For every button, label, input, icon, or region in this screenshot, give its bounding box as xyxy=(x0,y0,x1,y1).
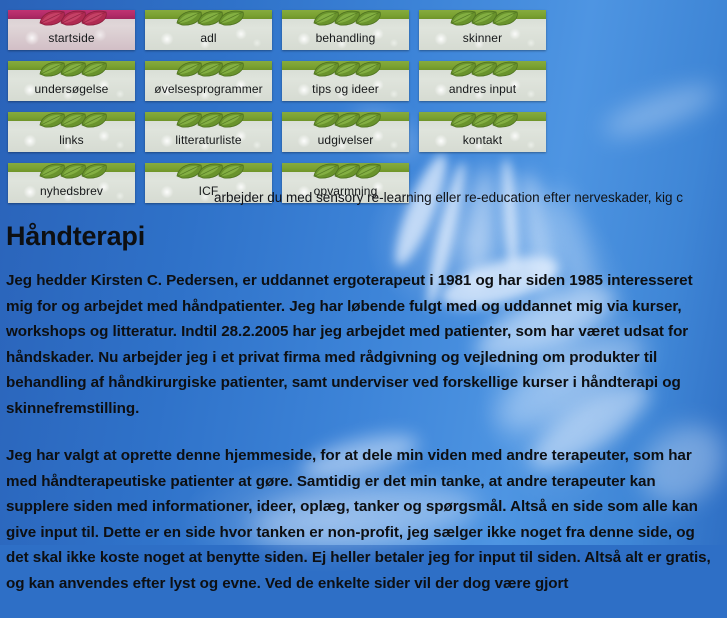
leaf-trio-icon xyxy=(176,10,248,27)
leaf-trio-icon xyxy=(39,10,111,27)
nav-button-label: behandling xyxy=(315,31,376,45)
nav-button-label: links xyxy=(59,133,84,147)
marquee-text: arbejder du med sensory re-learning elle… xyxy=(214,190,683,205)
nav-button-label: adl xyxy=(200,31,217,45)
leaf-trio-icon xyxy=(313,163,381,179)
leaf-trio-icon xyxy=(313,61,381,77)
body-paragraphs: Jeg hedder Kirsten C. Pedersen, er uddan… xyxy=(6,268,721,596)
nav-button-label: øvelsesprogrammer xyxy=(154,82,263,96)
leaf-trio-icon xyxy=(450,10,522,27)
main-navigation[interactable]: startside adl behandling skinner undersøgels… xyxy=(8,10,674,203)
leaf-trio-icon xyxy=(176,163,244,179)
leaf-trio-icon xyxy=(176,61,248,78)
nav-button-andres-input[interactable]: andres input xyxy=(419,61,546,101)
leaf-trio-icon xyxy=(39,61,111,78)
scrolling-announcement-banner: arbejder du med sensory re-learning elle… xyxy=(0,188,727,208)
leaf-trio-icon xyxy=(450,10,518,26)
leaf-trio-icon xyxy=(39,10,107,26)
nav-button-label: kontakt xyxy=(462,133,503,147)
page-title: Håndterapi xyxy=(6,221,146,251)
nav-button-velsesprogrammer[interactable]: øvelsesprogrammer xyxy=(145,61,272,101)
leaf-trio-icon xyxy=(450,61,522,78)
leaf-trio-icon xyxy=(39,163,111,180)
leaf-trio-icon xyxy=(39,112,111,129)
leaf-trio-icon xyxy=(450,112,522,129)
nav-button-litteraturliste[interactable]: litteraturliste xyxy=(145,112,272,152)
nav-button-label: startside xyxy=(48,31,95,45)
leaf-trio-icon xyxy=(313,112,381,128)
leaf-trio-icon xyxy=(313,61,385,78)
nav-button-label: skinner xyxy=(462,31,503,45)
leaf-trio-icon xyxy=(39,112,107,128)
nav-button-tips-og-ideer[interactable]: tips og ideer xyxy=(282,61,409,101)
leaf-trio-icon xyxy=(176,10,244,26)
nav-button-label: undersøgelse xyxy=(34,82,109,96)
nav-button-behandling[interactable]: behandling xyxy=(282,10,409,50)
nav-button-links[interactable]: links xyxy=(8,112,135,152)
leaf-trio-icon xyxy=(450,61,518,77)
nav-button-label: andres input xyxy=(448,82,517,96)
nav-button-startside[interactable]: startside xyxy=(8,10,135,50)
leaf-trio-icon xyxy=(313,112,385,129)
nav-button-adl[interactable]: adl xyxy=(145,10,272,50)
leaf-trio-icon xyxy=(39,61,107,77)
nav-button-udgivelser[interactable]: udgivelser xyxy=(282,112,409,152)
nav-button-label: litteraturliste xyxy=(175,133,242,147)
leaf-trio-icon xyxy=(176,61,244,77)
leaf-trio-icon xyxy=(450,112,518,128)
leaf-trio-icon xyxy=(313,163,385,180)
body-paragraph: Jeg hedder Kirsten C. Pedersen, er uddan… xyxy=(6,272,693,417)
leaf-trio-icon xyxy=(313,10,385,27)
leaf-trio-icon xyxy=(39,163,107,179)
nav-button-label: udgivelser xyxy=(317,133,374,147)
leaf-trio-icon xyxy=(313,10,381,26)
leaf-trio-icon xyxy=(176,112,244,128)
nav-button-label: tips og ideer xyxy=(312,82,379,96)
nav-button-kontakt[interactable]: kontakt xyxy=(419,112,546,152)
nav-button-skinner[interactable]: skinner xyxy=(419,10,546,50)
body-paragraph: Jeg har valgt at oprette denne hjemmesid… xyxy=(6,447,711,592)
nav-button-unders-gelse[interactable]: undersøgelse xyxy=(8,61,135,101)
main-content: Håndterapi Jeg hedder Kirsten C. Pederse… xyxy=(6,220,721,618)
leaf-trio-icon xyxy=(176,163,248,180)
leaf-trio-icon xyxy=(176,112,248,129)
